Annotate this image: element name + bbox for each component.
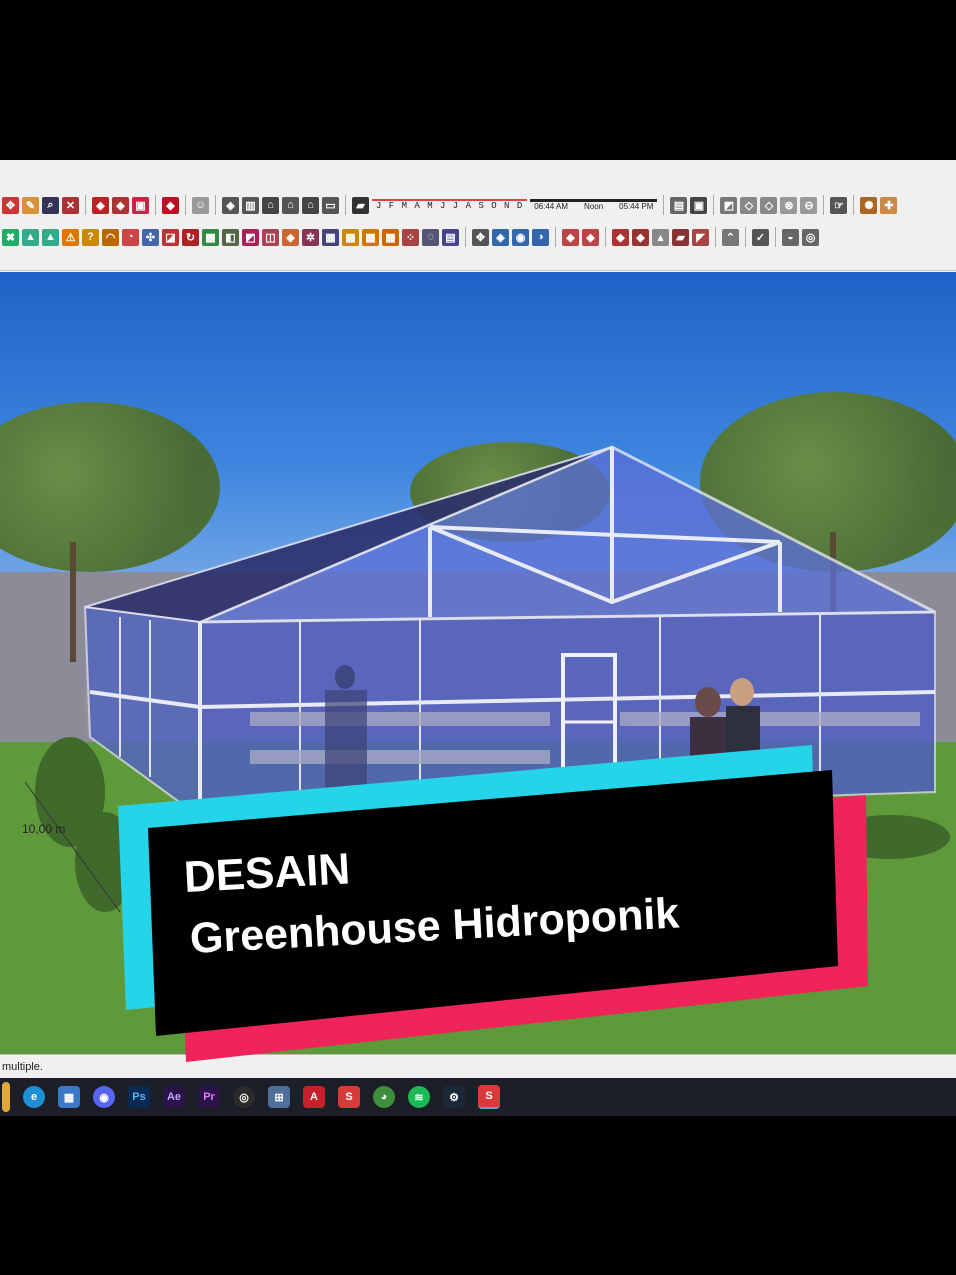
title-overlay [118,745,868,1062]
